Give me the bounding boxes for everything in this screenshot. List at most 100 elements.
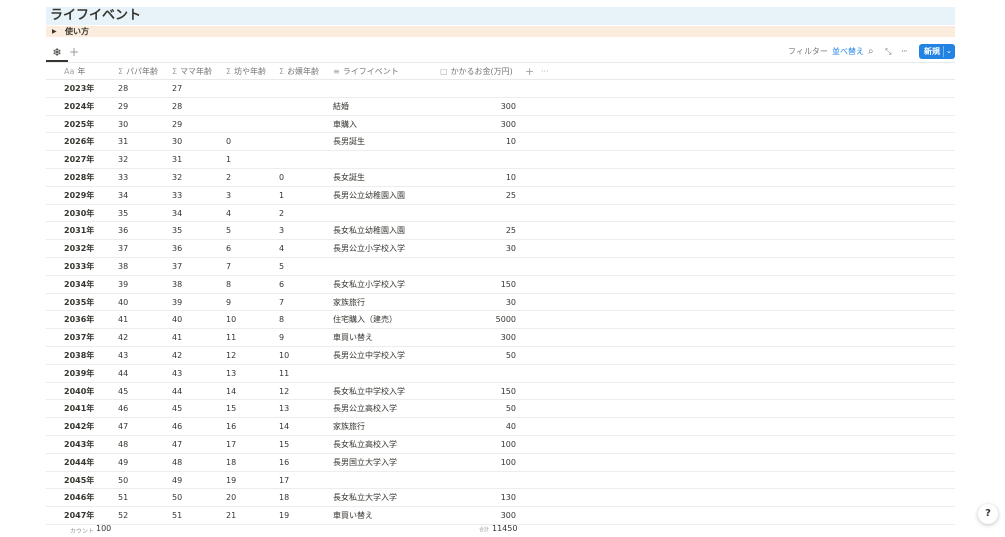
cell-papa-age[interactable]: 36 <box>118 222 128 239</box>
cell-mama-age[interactable]: 34 <box>172 205 182 222</box>
column-header-bou[interactable]: Σ 坊や年齢 <box>226 63 266 80</box>
sum-label[interactable]: 合計 <box>479 526 489 533</box>
cell-bou-age[interactable]: 10 <box>226 311 236 328</box>
sort-button[interactable]: 並べ替え <box>832 44 864 60</box>
cell-cost[interactable]: 10 <box>440 133 516 150</box>
cell-bou-age[interactable]: 13 <box>226 365 236 382</box>
cell-papa-age[interactable]: 42 <box>118 329 128 346</box>
cell-cost[interactable]: 300 <box>440 507 516 524</box>
cell-bou-age[interactable]: 1 <box>226 151 231 168</box>
cell-life-event[interactable]: 長男公立高校入学 <box>333 400 397 417</box>
cell-mama-age[interactable]: 44 <box>172 383 182 400</box>
cell-mama-age[interactable]: 50 <box>172 489 182 506</box>
cell-year[interactable]: 2023年 <box>64 80 94 97</box>
cell-mama-age[interactable]: 27 <box>172 80 182 97</box>
cell-ojo-age[interactable]: 13 <box>279 400 289 417</box>
cell-bou-age[interactable]: 17 <box>226 436 236 453</box>
cell-bou-age[interactable]: 6 <box>226 240 231 257</box>
cell-bou-age[interactable]: 8 <box>226 276 231 293</box>
cell-life-event[interactable]: 長女誕生 <box>333 169 365 186</box>
count-label[interactable]: カウント <box>70 526 94 535</box>
table-row[interactable]: 2027年 32 31 1 <box>46 151 955 169</box>
table-row[interactable]: 2030年 35 34 4 2 <box>46 205 955 223</box>
cell-mama-age[interactable]: 49 <box>172 472 182 489</box>
cell-cost[interactable]: 10 <box>440 169 516 186</box>
cell-year[interactable]: 2036年 <box>64 311 94 328</box>
cell-papa-age[interactable]: 29 <box>118 98 128 115</box>
new-button[interactable]: 新規 ⌄ <box>919 44 955 59</box>
column-header-event[interactable]: ≡ ライフイベント <box>333 63 399 80</box>
table-row[interactable]: 2029年 34 33 3 1 長男公立幼稚園入園 25 <box>46 187 955 205</box>
cell-year[interactable]: 2024年 <box>64 98 94 115</box>
cell-life-event[interactable]: 家族旅行 <box>333 294 365 311</box>
cell-life-event[interactable]: 長女私立大学入学 <box>333 489 397 506</box>
cell-bou-age[interactable]: 9 <box>226 294 231 311</box>
cell-cost[interactable]: 300 <box>440 98 516 115</box>
cell-year[interactable]: 2043年 <box>64 436 94 453</box>
cell-mama-age[interactable]: 29 <box>172 116 182 133</box>
cell-papa-age[interactable]: 50 <box>118 472 128 489</box>
cell-life-event[interactable]: 長男公立小学校入学 <box>333 240 405 257</box>
cell-year[interactable]: 2037年 <box>64 329 94 346</box>
cell-papa-age[interactable]: 39 <box>118 276 128 293</box>
cell-mama-age[interactable]: 38 <box>172 276 182 293</box>
cell-ojo-age[interactable]: 10 <box>279 347 289 364</box>
table-row[interactable]: 2031年 36 35 5 3 長女私立幼稚園入園 25 <box>46 222 955 241</box>
cell-year[interactable]: 2041年 <box>64 400 94 417</box>
cell-mama-age[interactable]: 51 <box>172 507 182 524</box>
cell-mama-age[interactable]: 33 <box>172 187 182 204</box>
cell-year[interactable]: 2045年 <box>64 472 94 489</box>
more-icon[interactable]: ··· <box>901 44 908 60</box>
table-row[interactable]: 2037年 42 41 11 9 車買い替え 300 <box>46 329 955 347</box>
cell-year[interactable]: 2025年 <box>64 116 94 133</box>
column-header-cost[interactable]: ▢ かかるお金(万円) <box>440 63 513 80</box>
cell-bou-age[interactable]: 7 <box>226 258 231 275</box>
cell-bou-age[interactable]: 14 <box>226 383 236 400</box>
cell-papa-age[interactable]: 33 <box>118 169 128 186</box>
table-row[interactable]: 2041年 46 45 15 13 長男公立高校入学 50 <box>46 400 955 419</box>
cell-life-event[interactable]: 長男誕生 <box>333 133 365 150</box>
cell-year[interactable]: 2035年 <box>64 294 94 311</box>
cell-cost[interactable]: 50 <box>440 400 516 417</box>
cell-year[interactable]: 2027年 <box>64 151 94 168</box>
column-header-papa[interactable]: Σ パパ年齢 <box>118 63 158 80</box>
table-row[interactable]: 2036年 41 40 10 8 住宅購入（建売） 5000 <box>46 311 955 330</box>
cell-cost[interactable]: 25 <box>440 187 516 204</box>
cell-papa-age[interactable]: 38 <box>118 258 128 275</box>
cell-life-event[interactable]: 住宅購入（建売） <box>333 311 397 328</box>
cell-mama-age[interactable]: 37 <box>172 258 182 275</box>
cell-cost[interactable]: 40 <box>440 418 516 435</box>
column-more-button[interactable]: ··· <box>541 63 549 80</box>
cell-ojo-age[interactable]: 8 <box>279 311 284 328</box>
cell-cost[interactable]: 30 <box>440 240 516 257</box>
cell-ojo-age[interactable]: 1 <box>279 187 284 204</box>
cell-papa-age[interactable]: 51 <box>118 489 128 506</box>
add-column-button[interactable]: + <box>525 63 534 80</box>
table-row[interactable]: 2033年 38 37 7 5 <box>46 258 955 276</box>
cell-year[interactable]: 2029年 <box>64 187 94 204</box>
cell-ojo-age[interactable]: 12 <box>279 383 289 400</box>
cell-ojo-age[interactable]: 5 <box>279 258 284 275</box>
search-icon[interactable]: ⌕ <box>868 44 874 60</box>
cell-year[interactable]: 2044年 <box>64 454 94 471</box>
cell-mama-age[interactable]: 43 <box>172 365 182 382</box>
cell-ojo-age[interactable]: 16 <box>279 454 289 471</box>
view-tab[interactable]: ❄ <box>48 44 66 60</box>
cell-mama-age[interactable]: 35 <box>172 222 182 239</box>
table-row[interactable]: 2044年 49 48 18 16 長男国立大学入学 100 <box>46 454 955 472</box>
cell-cost[interactable]: 100 <box>440 454 516 471</box>
cell-cost[interactable]: 50 <box>440 347 516 364</box>
count-value[interactable]: 100 <box>96 524 111 533</box>
cell-year[interactable]: 2030年 <box>64 205 94 222</box>
cell-mama-age[interactable]: 46 <box>172 418 182 435</box>
cell-papa-age[interactable]: 31 <box>118 133 128 150</box>
cell-mama-age[interactable]: 32 <box>172 169 182 186</box>
cell-mama-age[interactable]: 36 <box>172 240 182 257</box>
cell-mama-age[interactable]: 48 <box>172 454 182 471</box>
table-row[interactable]: 2043年 48 47 17 15 長女私立高校入学 100 <box>46 436 955 454</box>
cell-ojo-age[interactable]: 9 <box>279 329 284 346</box>
cell-mama-age[interactable]: 41 <box>172 329 182 346</box>
cell-cost[interactable]: 30 <box>440 294 516 311</box>
table-row[interactable]: 2039年 44 43 13 11 <box>46 365 955 383</box>
cell-cost[interactable]: 150 <box>440 276 516 293</box>
